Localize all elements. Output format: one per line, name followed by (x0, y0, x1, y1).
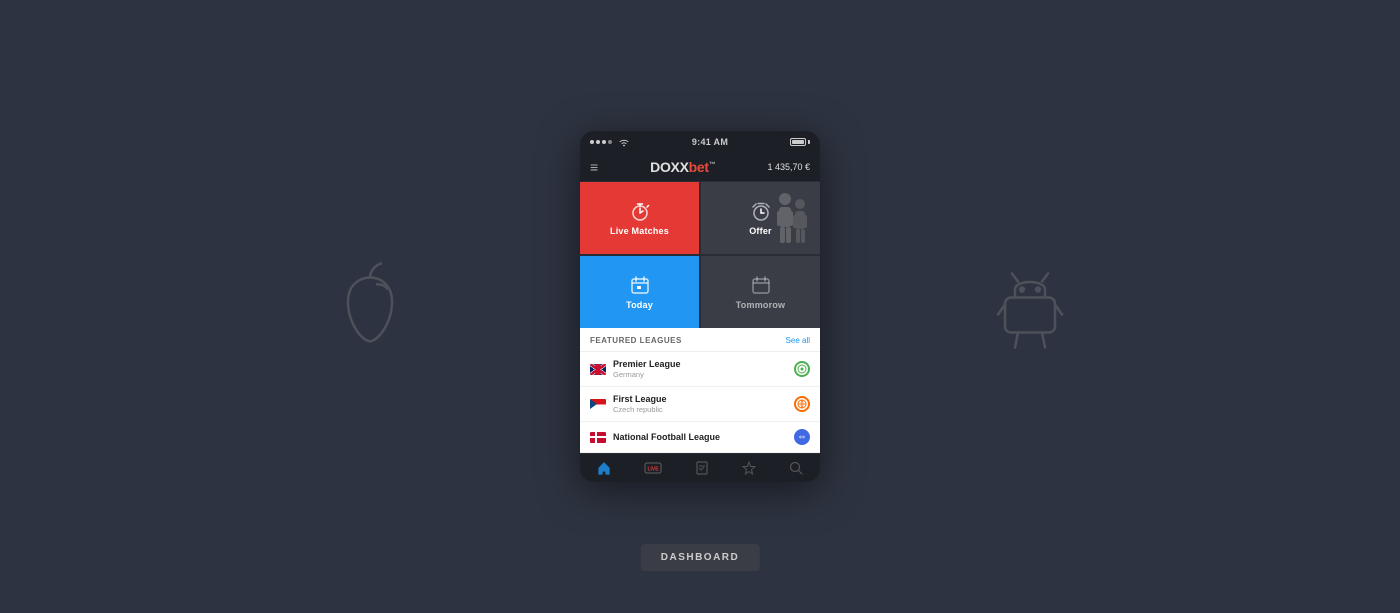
league-country-first: Czech republic (613, 405, 787, 414)
sport-icon-football (794, 429, 810, 445)
status-bar: 9:41 AM (580, 131, 820, 153)
see-all-button[interactable]: See all (786, 336, 810, 345)
sport-icon-soccer (794, 361, 810, 377)
app-header: ≡ DOXXbet™ 1 435,70 € (580, 153, 820, 182)
calendar-icon (629, 274, 651, 296)
wifi-icon (618, 138, 630, 147)
signal-dot-1 (590, 140, 594, 144)
league-info-first: First League Czech republic (613, 394, 787, 414)
nav-live[interactable]: LIVE (636, 460, 670, 476)
players-silhouette (730, 189, 820, 254)
tomorrow-label: Tommorow (736, 300, 785, 310)
apple-logo (330, 259, 410, 354)
bottom-nav: LIVE (580, 453, 820, 482)
today-tile[interactable]: Today (580, 256, 699, 328)
status-time: 9:41 AM (692, 137, 728, 147)
home-icon (597, 461, 611, 475)
stopwatch-icon (629, 200, 651, 222)
search-icon (789, 461, 803, 475)
featured-leagues-header: FEATURED LEAGUES See all (580, 328, 820, 352)
league-info-premier: Premier League Germany (613, 359, 787, 379)
alarm-icon (750, 200, 772, 222)
calendar-outline-icon (750, 274, 772, 296)
nav-search[interactable] (781, 459, 811, 477)
featured-leagues: FEATURED LEAGUES See all Premier League … (580, 328, 820, 453)
featured-leagues-title: FEATURED LEAGUES (590, 336, 682, 345)
league-info-nfl: National Football League (613, 432, 787, 443)
logo-bet: bet (689, 159, 709, 175)
android-logo (990, 259, 1070, 354)
tiles-grid: Live Matches (580, 182, 820, 328)
star-icon (742, 461, 756, 475)
league-country-premier: Germany (613, 370, 787, 379)
logo-doxx: DOXX (650, 159, 688, 175)
today-label: Today (626, 300, 653, 310)
offer-label: Offer (749, 226, 772, 236)
nav-betslip[interactable] (687, 459, 717, 477)
nav-favorites[interactable] (734, 459, 764, 477)
signal-dot-3 (602, 140, 606, 144)
league-name-nfl: National Football League (613, 432, 787, 442)
signal-dot-2 (596, 140, 600, 144)
league-name-first: First League (613, 394, 787, 404)
phone-frame: 9:41 AM ≡ DOXXbet™ 1 435,70 € L (580, 131, 820, 482)
logo-tm: ™ (709, 161, 716, 168)
status-bar-left (590, 138, 630, 147)
offer-tile[interactable]: Offer (701, 182, 820, 254)
league-item-nfl[interactable]: National Football League (580, 422, 820, 453)
league-item-first[interactable]: First League Czech republic (580, 387, 820, 422)
live-matches-tile[interactable]: Live Matches (580, 182, 699, 254)
dashboard-button[interactable]: DASHBOARD (641, 544, 760, 571)
balance-display: 1 435,70 € (767, 162, 810, 172)
betslip-icon (695, 461, 709, 475)
live-icon: LIVE (644, 462, 662, 474)
flag-cz (590, 399, 606, 410)
battery (790, 138, 810, 146)
signal-dot-4 (608, 140, 612, 144)
live-matches-label: Live Matches (610, 226, 669, 236)
league-item-premier[interactable]: Premier League Germany (580, 352, 820, 387)
tomorrow-tile[interactable]: Tommorow (701, 256, 820, 328)
league-name-premier: Premier League (613, 359, 787, 369)
flag-dk (590, 432, 606, 443)
nav-home[interactable] (589, 459, 619, 477)
app-logo: DOXXbet™ (650, 159, 715, 175)
hamburger-icon[interactable]: ≡ (590, 160, 598, 174)
sport-icon-basketball (794, 396, 810, 412)
flag-uk (590, 364, 606, 375)
svg-text:LIVE: LIVE (647, 467, 659, 473)
